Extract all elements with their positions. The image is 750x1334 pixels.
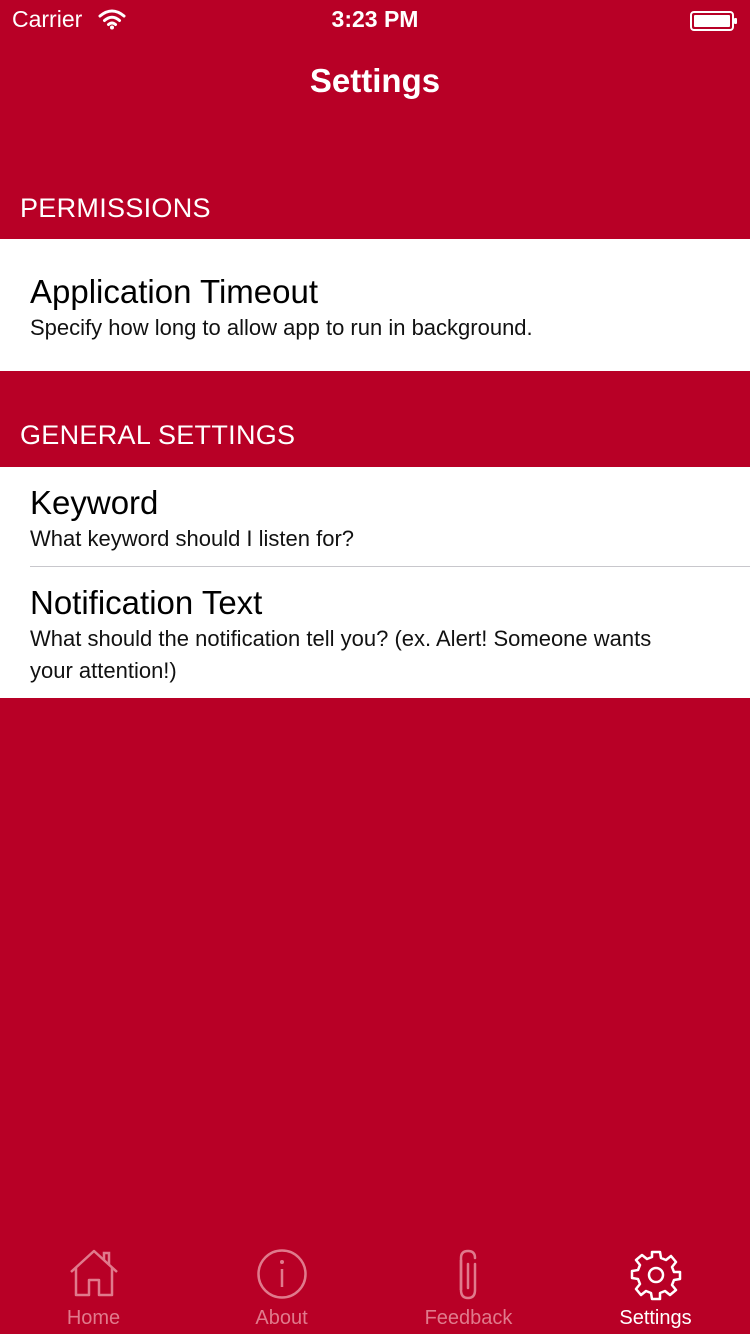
- tab-home[interactable]: Home: [0, 1236, 187, 1334]
- tab-label: Feedback: [424, 1307, 513, 1329]
- home-icon: [69, 1249, 118, 1297]
- tab-label: About: [255, 1307, 308, 1329]
- tab-label: Settings: [619, 1307, 692, 1329]
- general-settings-group: Keyword What keyword should I listen for…: [0, 467, 750, 698]
- setting-cell-keyword[interactable]: Keyword What keyword should I listen for…: [0, 467, 750, 567]
- cell-title: Application Timeout: [30, 273, 318, 310]
- info-icon: [256, 1249, 307, 1299]
- cell-subtitle: What keyword should I listen for?: [30, 526, 355, 551]
- gear-icon: [630, 1250, 681, 1301]
- cell-title: Notification Text: [30, 584, 263, 621]
- tab-settings[interactable]: Settings: [562, 1236, 749, 1334]
- permissions-group: Application Timeout Specify how long to …: [0, 239, 750, 371]
- paperclip-icon: [459, 1249, 476, 1300]
- tab-bar: Home About Feedback Settings: [0, 1236, 750, 1334]
- cell-title: Keyword: [30, 484, 159, 521]
- tab-about[interactable]: About: [188, 1236, 375, 1334]
- battery-icon: [690, 11, 737, 31]
- setting-cell-application-timeout[interactable]: Application Timeout Specify how long to …: [0, 239, 750, 371]
- tab-feedback[interactable]: Feedback: [375, 1236, 562, 1334]
- setting-cell-notification-text[interactable]: Notification Text What should the notifi…: [0, 567, 750, 698]
- cell-subtitle: Specify how long to allow app to run in …: [30, 315, 533, 340]
- page-title: Settings: [309, 62, 441, 99]
- status-bar: Carrier 3:23 PM: [0, 0, 750, 40]
- section-header-general-settings: GENERAL SETTINGS: [20, 420, 296, 450]
- cell-subtitle: What should the notification tell you? (…: [30, 626, 652, 683]
- section-header-permissions: PERMISSIONS: [20, 193, 211, 223]
- status-time: 3:23 PM: [331, 6, 419, 32]
- tab-label: Home: [66, 1307, 121, 1329]
